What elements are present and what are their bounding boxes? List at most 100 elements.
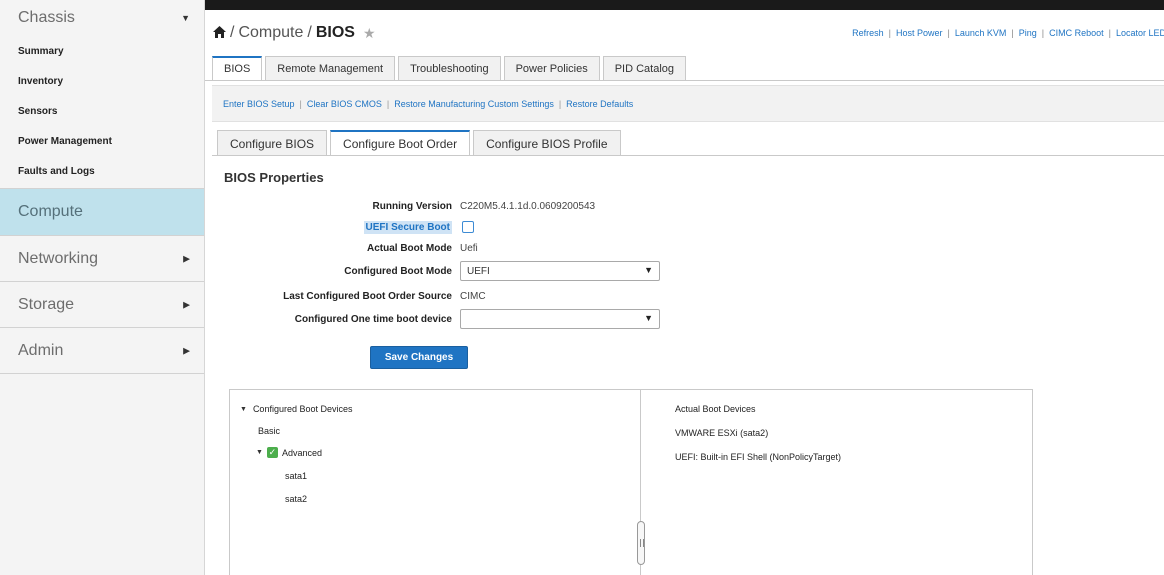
actual-device-row: UEFI: Built-in EFI Shell (NonPolicyTarge… (675, 452, 841, 462)
tree-item-basic-label: Basic (258, 426, 281, 436)
chevron-down-icon: ▼ (181, 13, 190, 23)
sidebar-item-sensors[interactable]: Sensors (18, 96, 204, 126)
configured-boot-devices-panel: ▼ Configured Boot Devices Basic ▼ ✓ Adva… (229, 389, 641, 575)
actual-device-label: UEFI: Built-in EFI Shell (NonPolicyTarge… (675, 452, 842, 462)
one-time-boot-label: Configured One time boot device (294, 313, 452, 325)
tree-item-basic[interactable]: Basic (258, 426, 280, 436)
chevron-right-icon: ▶ (183, 253, 190, 263)
nav-storage[interactable]: Storage ▶ (0, 282, 204, 328)
action-separator: | (299, 98, 302, 109)
launch-kvm-link[interactable]: Launch KVM (955, 28, 1007, 38)
cimc-reboot-link[interactable]: CIMC Reboot (1049, 28, 1104, 38)
home-icon[interactable] (213, 25, 226, 42)
actual-devices-title: Actual Boot Devices (675, 404, 756, 414)
last-source-row: Last Configured Boot Order Source CIMC (212, 286, 732, 306)
tree-item-advanced-label: Advanced (281, 447, 322, 458)
uefi-secure-boot-checkbox[interactable] (462, 221, 474, 233)
tab-power-policies[interactable]: Power Policies (503, 56, 600, 80)
tree-item-sata2[interactable]: sata2 (285, 494, 307, 504)
tree-item-advanced[interactable]: ▼ ✓ Advanced (256, 447, 322, 458)
breadcrumb-compute[interactable]: Compute (238, 24, 303, 42)
tab-pid-catalog[interactable]: PID Catalog (602, 56, 687, 80)
actual-boot-mode-label: Actual Boot Mode (367, 242, 452, 254)
configured-boot-mode-row: Configured Boot Mode UEFI ▼ (212, 261, 732, 281)
sidebar: Chassis ▼ Summary Inventory Sensors Powe… (0, 0, 205, 575)
uefi-secure-boot-label-wrap: UEFI Secure Boot (212, 220, 460, 234)
uefi-secure-boot-row: UEFI Secure Boot (212, 217, 732, 237)
locator-led-link[interactable]: Locator LED (1116, 28, 1164, 38)
actual-devices-header: Actual Boot Devices (675, 404, 756, 414)
tabs-divider (205, 80, 1164, 81)
nav-admin[interactable]: Admin ▶ (0, 328, 204, 374)
refresh-link[interactable]: Refresh (852, 28, 884, 38)
nav-chassis-label: Chassis (18, 9, 75, 26)
tree-item-sata1[interactable]: sata1 (285, 471, 307, 481)
restore-manufacturing-settings-link[interactable]: Restore Manufacturing Custom Settings (394, 99, 554, 109)
chevron-right-icon: ▶ (183, 299, 190, 309)
action-separator: | (386, 98, 390, 109)
sidebar-item-faults-and-logs[interactable]: Faults and Logs (18, 156, 204, 186)
sidebar-item-inventory[interactable]: Inventory (18, 66, 204, 96)
dropdown-caret-icon: ▼ (644, 265, 653, 275)
page-title: BIOS (315, 24, 355, 41)
running-version-label: Running Version (372, 200, 452, 212)
app-window: Chassis ▼ Summary Inventory Sensors Powe… (0, 0, 1164, 575)
toolbar: Refresh | Host Power | Launch KVM | Ping… (852, 28, 1164, 38)
nav-networking[interactable]: Networking ▶ (0, 236, 204, 282)
toolbar-separator: | (1011, 28, 1014, 38)
enter-bios-setup-link[interactable]: Enter BIOS Setup (223, 99, 295, 109)
nav-storage-label: Storage (18, 295, 75, 313)
panel-resize-handle[interactable] (637, 521, 645, 565)
dropdown-caret-icon: ▼ (644, 313, 653, 323)
top-bar (205, 0, 1164, 10)
configured-devices-title: Configured Boot Devices (252, 404, 353, 414)
actual-boot-mode-row: Actual Boot Mode Uefi (212, 238, 732, 258)
sidebar-item-power-management[interactable]: Power Management (18, 126, 204, 156)
configured-boot-mode-value: UEFI (467, 265, 490, 277)
actual-device-label: VMWARE ESXi (sata2) (675, 428, 769, 438)
clear-bios-cmos-link[interactable]: Clear BIOS CMOS (307, 99, 382, 109)
last-source-value: CIMC (460, 290, 486, 302)
tab-remote-management[interactable]: Remote Management (265, 56, 396, 80)
tree-item-sata2-label: sata2 (285, 494, 308, 504)
nav-chassis[interactable]: Chassis ▼ (0, 0, 204, 36)
toolbar-separator: | (888, 28, 891, 38)
tab-troubleshooting[interactable]: Troubleshooting (398, 56, 501, 80)
section-title: BIOS Properties (224, 170, 324, 185)
tab-configure-bios-profile[interactable]: Configure BIOS Profile (473, 130, 621, 156)
actual-boot-devices-panel: Actual Boot Devices VMWARE ESXi (sata2) … (641, 389, 1033, 575)
actual-boot-mode-value: Uefi (460, 242, 478, 254)
breadcrumb-separator: / (307, 24, 312, 41)
one-time-boot-select[interactable]: ▼ (460, 309, 660, 329)
running-version-value: C220M5.4.1.1d.0.0609200543 (460, 200, 596, 212)
page-header: / Compute / BIOS ★ Refresh | Host Power … (205, 10, 1164, 54)
uefi-secure-boot-label: UEFI Secure Boot (363, 220, 452, 234)
running-version-row: Running Version C220M5.4.1.1d.0.06092005… (212, 196, 732, 216)
host-power-link[interactable]: Host Power (896, 28, 943, 38)
tab-bios[interactable]: BIOS (212, 56, 263, 80)
nav-admin-label: Admin (18, 341, 64, 359)
save-changes-button[interactable]: Save Changes (370, 346, 468, 369)
action-bar: Enter BIOS Setup | Clear BIOS CMOS | Res… (212, 85, 1164, 122)
breadcrumb-separator: / (230, 24, 235, 41)
configured-boot-mode-label: Configured Boot Mode (344, 265, 452, 277)
tab-configure-boot-order[interactable]: Configure Boot Order (330, 130, 471, 156)
sub-tabs-divider (212, 155, 1164, 156)
chevron-right-icon: ▶ (183, 345, 190, 355)
chassis-submenu: Summary Inventory Sensors Power Manageme… (0, 36, 204, 186)
breadcrumb: / Compute / BIOS ★ (213, 24, 376, 42)
star-icon[interactable]: ★ (363, 25, 376, 42)
configured-devices-header[interactable]: ▼ Configured Boot Devices (240, 404, 353, 414)
tab-configure-bios[interactable]: Configure BIOS (217, 130, 328, 156)
toolbar-separator: | (947, 28, 950, 38)
checked-checkbox-icon[interactable]: ✓ (266, 447, 278, 458)
ping-link[interactable]: Ping (1019, 28, 1037, 38)
configured-boot-mode-select[interactable]: UEFI ▼ (460, 261, 660, 281)
sidebar-item-summary[interactable]: Summary (18, 36, 204, 66)
restore-defaults-link[interactable]: Restore Defaults (566, 99, 633, 109)
sub-tabs: Configure BIOS Configure Boot Order Conf… (217, 130, 624, 156)
caret-down-icon: ▼ (256, 449, 263, 456)
main-tabs: BIOS Remote Management Troubleshooting P… (212, 54, 689, 80)
nav-compute[interactable]: Compute (0, 188, 204, 236)
nav-compute-label: Compute (18, 203, 83, 220)
